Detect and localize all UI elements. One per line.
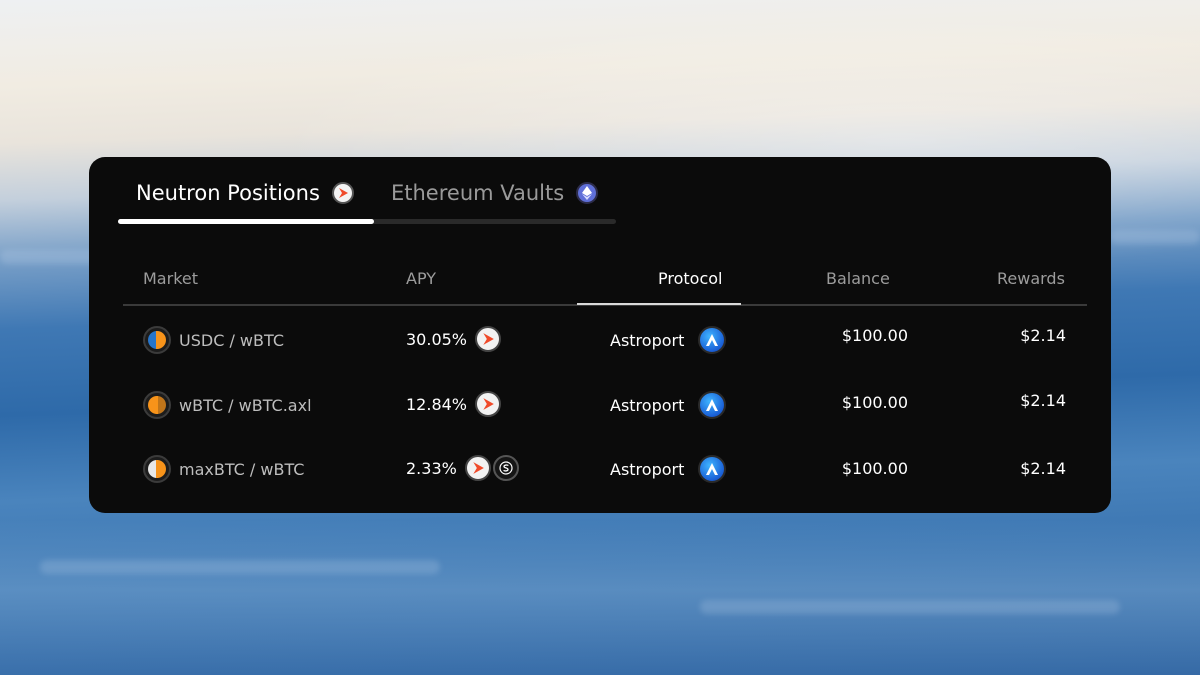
protocol-name: Astroport (610, 459, 685, 479)
neutron-icon (464, 455, 491, 481)
background-haze (0, 520, 1200, 675)
apy-cell: 12.84% (406, 391, 502, 417)
market-cell: USDC / wBTC (143, 326, 284, 354)
column-header-market[interactable]: Market (143, 269, 198, 288)
sorted-column-indicator (577, 303, 741, 305)
rewards-value: $2.14 (1020, 326, 1066, 345)
protocol-cell: Astroport (610, 391, 727, 419)
background-streak (40, 560, 440, 574)
market-name: wBTC / wBTC.axl (179, 395, 312, 415)
rewards-value: $2.14 (1020, 391, 1066, 410)
column-header-protocol[interactable]: Protocol (658, 269, 722, 288)
apy-cell: 30.05% (406, 326, 502, 352)
market-cell: maxBTC / wBTC (143, 455, 304, 483)
tab-label: Neutron Positions (136, 181, 320, 205)
s-token-icon (492, 455, 519, 481)
tab-label: Ethereum Vaults (391, 181, 565, 205)
balance-value: $100.00 (841, 393, 908, 412)
astroport-icon (698, 391, 727, 419)
protocol-cell: Astroport (610, 455, 727, 483)
neutron-icon (475, 326, 502, 352)
neutron-icon (475, 391, 502, 417)
market-name: maxBTC / wBTC (179, 459, 305, 479)
table-row[interactable]: wBTC / wBTC.axl 12.84% Astroport $100.00… (123, 383, 1087, 423)
protocol-name: Astroport (610, 395, 685, 415)
apy-value: 12.84% (406, 394, 468, 414)
market-name: USDC / wBTC (179, 330, 284, 350)
tab-ethereum-vaults[interactable]: Ethereum Vaults (391, 181, 599, 205)
token-pair-icon (143, 455, 171, 483)
balance-value: $100.00 (841, 326, 908, 345)
table-header: Market APY Protocol Balance Rewards (123, 260, 1087, 306)
background-streak (1110, 230, 1200, 244)
column-header-apy[interactable]: APY (406, 269, 436, 288)
token-pair-icon (143, 326, 171, 354)
apy-value: 30.05% (406, 329, 468, 349)
tab-bar: Neutron Positions Ethereum Vaults (118, 177, 616, 227)
column-header-balance[interactable]: Balance (826, 269, 890, 288)
background-streak (700, 600, 1120, 614)
table-row[interactable]: USDC / wBTC 30.05% Astroport $100.00 $2.… (123, 318, 1087, 358)
astroport-icon (698, 326, 727, 354)
protocol-name: Astroport (610, 330, 685, 350)
active-tab-indicator (118, 219, 374, 224)
tab-neutron-positions[interactable]: Neutron Positions (136, 181, 354, 205)
table-row[interactable]: maxBTC / wBTC 2.33% Astroport $100.00 $2… (123, 447, 1087, 487)
apy-value: 2.33% (406, 458, 457, 478)
rewards-value: $2.14 (1020, 459, 1066, 478)
column-header-rewards[interactable]: Rewards (997, 269, 1065, 288)
market-cell: wBTC / wBTC.axl (143, 391, 312, 419)
astroport-icon (698, 455, 727, 483)
apy-cell: 2.33% (406, 455, 519, 481)
ethereum-icon (576, 182, 599, 204)
neutron-icon (331, 182, 354, 204)
positions-card: Neutron Positions Ethereum Vaults Market… (89, 157, 1111, 513)
balance-value: $100.00 (841, 459, 908, 478)
token-pair-icon (143, 391, 171, 419)
protocol-cell: Astroport (610, 326, 727, 354)
